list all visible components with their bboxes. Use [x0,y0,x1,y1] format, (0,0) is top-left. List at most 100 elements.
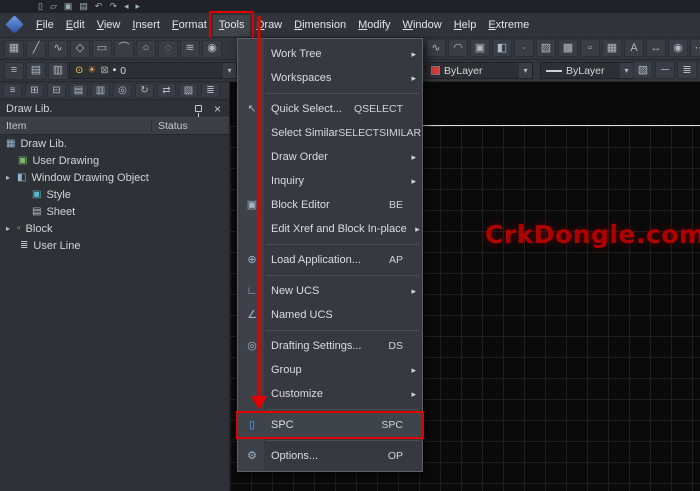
ellipse2-icon[interactable]: ◉ [668,39,688,57]
menu-view[interactable]: View [91,15,127,36]
menu-item-drafting-settings[interactable]: ◎ Drafting Settings... DS [238,334,422,358]
match-properties-icon[interactable]: ▧ [633,61,653,79]
arc-icon[interactable]: ⌒ [114,40,134,58]
panel-sheet-icon[interactable]: ▤ [69,83,88,98]
menu-window[interactable]: Window [397,15,448,36]
text-icon[interactable]: A [624,39,644,57]
ellipse-icon[interactable]: ◉ [202,40,222,58]
menu-tools[interactable]: Tools [213,15,251,36]
redo-icon[interactable]: ↷ [109,2,117,11]
tree-item-user-drawing[interactable]: ▣ User Drawing [0,152,229,169]
tree-item-sheet[interactable]: ▤ Sheet [0,203,229,220]
menu-item-edit-xref[interactable]: Edit Xref and Block In-place ▸ [238,217,422,241]
plot-icon[interactable]: ▤ [79,2,88,11]
revision-cloud-icon[interactable]: ◌ [158,40,178,58]
menu-draw[interactable]: Draw [250,15,288,36]
panel-swap-icon[interactable]: ⇄ [157,83,176,98]
menu-dimension[interactable]: Dimension [288,15,352,36]
linetype-manager-icon[interactable]: ─ [655,61,675,79]
menu-item-group[interactable]: Group ▸ [238,358,422,382]
menu-item-load-application[interactable]: ⊕ Load Application... AP [238,248,422,272]
forward-icon[interactable]: ▸ [136,2,141,11]
save-icon[interactable]: ▣ [64,2,73,11]
menu-help[interactable]: Help [448,15,483,36]
menu-modify[interactable]: Modify [352,15,396,36]
menu-edit[interactable]: Edit [60,15,91,36]
panel-list-icon[interactable]: ≡ [3,83,22,98]
menu-format[interactable]: Format [166,15,213,36]
menu-item-inquiry[interactable]: Inquiry ▸ [238,169,422,193]
menu-item-work-tree[interactable]: Work Tree ▸ [238,42,422,66]
menu-insert[interactable]: Insert [126,15,166,36]
new-icon[interactable]: ▯ [38,2,43,11]
more-tools-icon[interactable]: ⋯ [690,39,700,57]
submenu-arrow-icon: ▸ [406,365,416,376]
open-icon[interactable]: ▱ [50,2,57,11]
tree-item-draw-lib[interactable]: ▦ Draw Lib. [0,135,229,152]
menu-item-select-similar[interactable]: Select Similar SELECTSIMILAR [238,121,422,145]
workspace-icon[interactable]: ▦ [4,40,24,58]
layer-combo-arrow-icon[interactable]: ▾ [223,63,236,78]
menu-item-named-ucs[interactable]: ∠ Named UCS [238,303,422,327]
panel-detail-icon[interactable]: ▥ [91,83,110,98]
color-combo-arrow-icon[interactable]: ▾ [519,63,532,78]
insert-block-icon[interactable]: ▣ [470,39,490,57]
gradient-icon[interactable]: ▩ [558,39,578,57]
spline-fit-icon[interactable]: ∿ [426,39,446,57]
lineweight-icon[interactable]: ≣ [677,61,697,79]
hatch-icon[interactable]: ▨ [536,39,556,57]
tree-item-block[interactable]: ▸ ▫ Block [0,220,229,237]
polyline-icon[interactable]: ∿ [48,40,68,58]
rectangle-icon[interactable]: ▭ [92,40,112,58]
point-icon[interactable]: ∙ [514,39,534,57]
circle-icon[interactable]: ○ [136,40,156,58]
panel-lines-icon[interactable]: ≣ [201,83,220,98]
expand-arrow-icon[interactable]: ▸ [4,224,12,233]
tree-item-window-drawing-object[interactable]: ▸ ◧ Window Drawing Object [0,169,229,186]
layer-walk-icon[interactable]: ▥ [48,62,68,80]
menu-item-customize[interactable]: Customize ▸ [238,382,422,406]
panel-search-icon[interactable]: ◎ [113,83,132,98]
region-icon[interactable]: ▫ [580,39,600,57]
app-logo-icon [5,15,23,33]
undo-icon[interactable]: ↶ [95,2,103,11]
dimension-icon[interactable]: ↔ [646,39,666,57]
layer-combo[interactable]: ⊙ ☀ ⊠ ▪ 0 ▾ [69,62,237,79]
spline-icon[interactable]: ≋ [180,40,200,58]
make-block-icon[interactable]: ◧ [492,39,512,57]
linetype-combo[interactable]: ByLayer ▾ [540,62,634,79]
tree-item-user-line[interactable]: ≣ User Line [0,237,229,254]
tree-item-style[interactable]: ▣ Style [0,186,229,203]
layer-on-icon: ⊙ [75,66,83,76]
ellipse-arc-icon[interactable]: ◠ [448,39,468,57]
panel-add-icon[interactable]: ⊞ [25,83,44,98]
menu-file[interactable]: File [30,15,60,36]
menu-item-block-editor[interactable]: ▣ Block Editor BE [238,193,422,217]
close-icon[interactable]: × [212,103,223,115]
polygon-icon[interactable]: ◇ [70,40,90,58]
block-editor-icon: ▣ [241,200,263,211]
menu-item-draw-order[interactable]: Draw Order ▸ [238,145,422,169]
watermark-text: CrkDongle.com [485,220,700,249]
menu-item-new-ucs[interactable]: ∟ New UCS ▸ [238,279,422,303]
table-icon[interactable]: ▦ [602,39,622,57]
layer-properties-icon[interactable]: ≡ [4,62,24,80]
column-status[interactable]: Status [152,120,229,132]
column-item[interactable]: Item [0,120,152,132]
expand-arrow-icon[interactable]: ▸ [4,173,12,182]
color-swatch-icon [431,66,440,75]
menu-item-options[interactable]: ⚙ Options... OP [238,444,422,468]
layer-states-icon[interactable]: ▤ [26,62,46,80]
pin-icon[interactable] [195,105,202,112]
menu-item-workspaces[interactable]: Workspaces ▸ [238,66,422,90]
menu-item-quick-select[interactable]: ↖ Quick Select... QSELECT [238,97,422,121]
submenu-arrow-icon: ▸ [410,224,420,235]
color-combo[interactable]: ByLayer ▾ [425,62,533,79]
panel-refresh-icon[interactable]: ↻ [135,83,154,98]
menu-extreme[interactable]: Extreme [482,15,535,36]
line-icon[interactable]: ╱ [26,40,46,58]
panel-remove-icon[interactable]: ⊟ [47,83,66,98]
back-icon[interactable]: ◂ [124,2,129,11]
menu-item-spc[interactable]: ▯ SPC SPC [238,413,422,437]
panel-fill-icon[interactable]: ▧ [179,83,198,98]
